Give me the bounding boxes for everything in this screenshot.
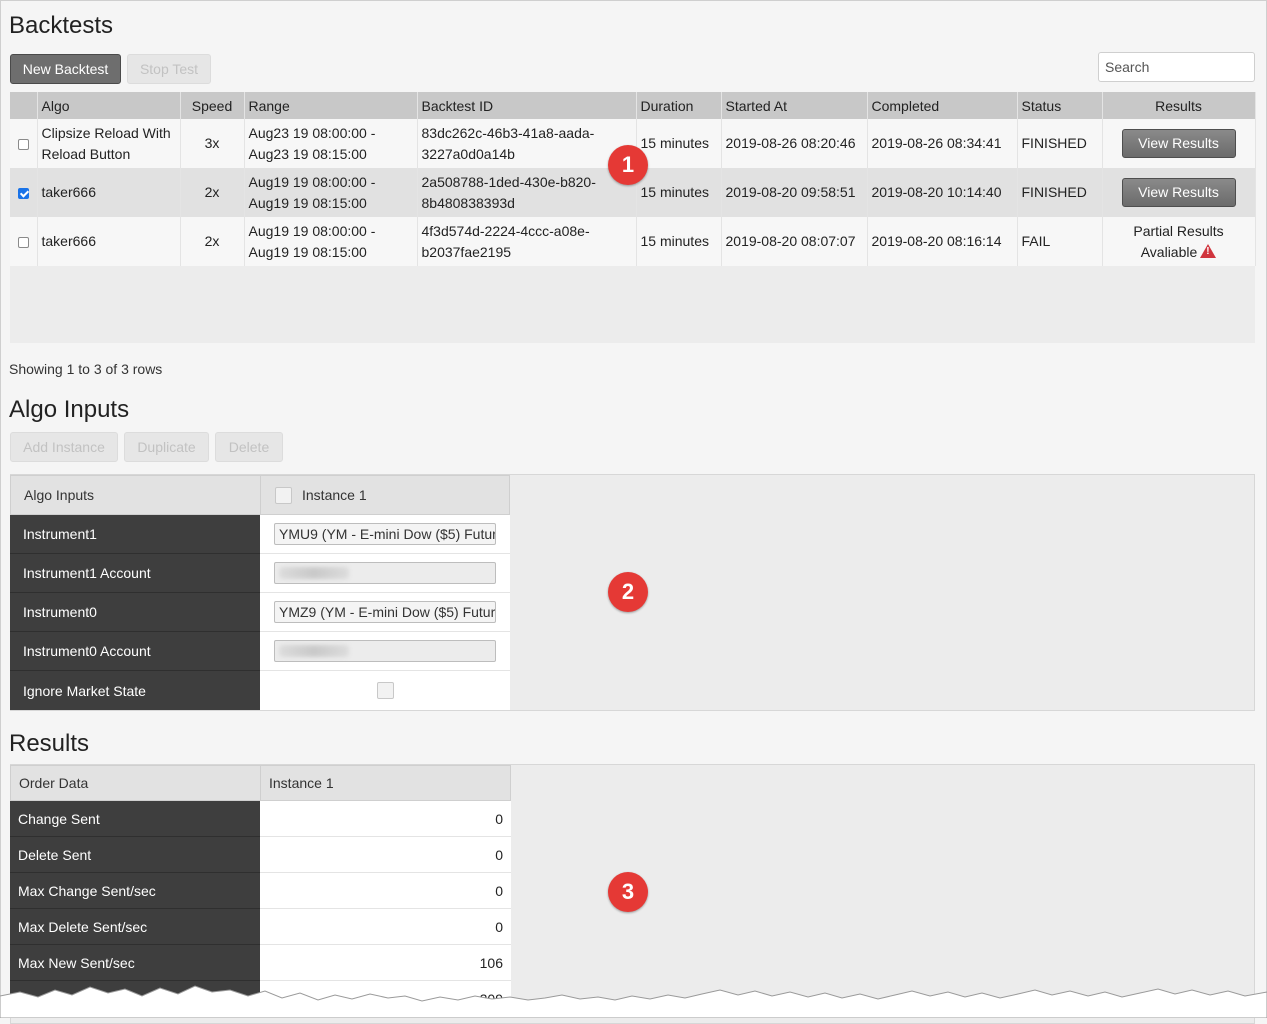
row-checkbox[interactable] <box>17 138 29 150</box>
speed-cell: 2x <box>180 168 245 217</box>
instrument1-cell: YMU9 (YM - E-mini Dow ($5) Futures) <box>260 515 510 554</box>
field-label-instrument0-account: Instrument0 Account <box>10 632 260 671</box>
algo-cell: taker666 <box>37 168 181 217</box>
ignore-market-state-checkbox[interactable] <box>376 682 394 699</box>
completed-cell: 2019-08-20 10:14:40 <box>867 168 1018 217</box>
status-cell: FAIL <box>1017 217 1103 266</box>
column-header-started-at[interactable]: Started At <box>721 92 868 119</box>
algo-inputs-title: Algo Inputs <box>9 396 130 423</box>
partial-results-link[interactable]: Partial Results Avaliable! <box>1102 217 1256 266</box>
instance-select-checkbox[interactable] <box>275 486 292 504</box>
field-label-instrument1-account: Instrument1 Account <box>10 554 260 593</box>
result-value-max-new-sent-sec: 106 <box>260 945 511 981</box>
column-header-backtest-id[interactable]: Backtest ID <box>417 92 637 119</box>
field-label-instrument0: Instrument0 <box>10 593 260 632</box>
speed-cell: 2x <box>180 217 245 266</box>
range-cell: Aug19 19 08:00:00 - Aug19 19 08:15:00 <box>244 217 418 266</box>
instance-header: Instance 1 <box>260 475 510 515</box>
result-value-max-delete-sent-sec: 0 <box>260 909 511 945</box>
instrument1-account-input[interactable] <box>274 562 496 584</box>
results-title: Results <box>9 730 90 757</box>
backtest-id-cell: 4f3d574d-2224-4ccc-a08e-b2037fae2195 <box>417 217 637 266</box>
results-header: Order Data <box>10 765 261 801</box>
table-row[interactable]: taker666 2x Aug19 19 08:00:00 - Aug19 19… <box>10 217 1256 266</box>
backtests-title: Backtests <box>9 12 114 39</box>
column-header-select <box>10 92 38 119</box>
duration-cell: 15 minutes <box>636 168 722 217</box>
ignore-market-state-cell <box>260 671 510 710</box>
callout-badge-3: 3 <box>608 872 648 912</box>
instrument0-cell: YMZ9 (YM - E-mini Dow ($5) Futures) <box>260 593 510 632</box>
instance-header-label: Instance 1 <box>302 487 367 503</box>
status-cell: FINISHED <box>1017 119 1103 168</box>
result-value-change-sent: 0 <box>260 801 511 837</box>
speed-cell: 3x <box>180 119 245 168</box>
results-instance-header: Instance 1 <box>260 765 511 801</box>
duration-cell: 15 minutes <box>636 119 722 168</box>
column-header-results: Results <box>1102 92 1256 119</box>
completed-cell: 2019-08-20 08:16:14 <box>867 217 1018 266</box>
algo-inputs-header: Algo Inputs <box>10 475 261 515</box>
instrument0-account-cell <box>260 632 510 671</box>
instrument1-input[interactable]: YMU9 (YM - E-mini Dow ($5) Futures) <box>274 523 496 545</box>
range-cell: Aug23 19 08:00:00 - Aug23 19 08:15:00 <box>244 119 418 168</box>
results-instance-label: Instance 1 <box>269 775 334 791</box>
table-header-row: Algo Speed Range Backtest ID Duration St… <box>10 92 1256 119</box>
completed-cell: 2019-08-26 08:34:41 <box>867 119 1018 168</box>
duplicate-button[interactable]: Duplicate <box>124 432 209 462</box>
status-cell: FINISHED <box>1017 168 1103 217</box>
algo-inputs-header-label: Algo Inputs <box>24 487 95 503</box>
column-header-completed[interactable]: Completed <box>867 92 1018 119</box>
row-checkbox[interactable] <box>17 236 29 248</box>
column-header-algo[interactable]: Algo <box>37 92 181 119</box>
backtests-table-container: Algo Speed Range Backtest ID Duration St… <box>10 92 1256 343</box>
result-label-change-sent: Change Sent <box>10 801 260 837</box>
callout-badge-1: 1 <box>608 145 648 185</box>
backtest-id-cell: 83dc262c-46b3-41a8-aada-3227a0d0a14b <box>417 119 637 168</box>
field-label-ignore-market-state: Ignore Market State <box>23 682 146 699</box>
instrument0-input[interactable]: YMZ9 (YM - E-mini Dow ($5) Futures) <box>274 601 496 623</box>
delete-button[interactable]: Delete <box>215 432 283 462</box>
result-label-max-new-sent-sec: Max New Sent/sec <box>10 945 260 981</box>
algo-cell: Clipsize Reload With Reload Button <box>37 119 181 168</box>
row-checkbox[interactable] <box>17 187 29 199</box>
started-at-cell: 2019-08-20 08:07:07 <box>721 217 868 266</box>
torn-edge-decoration <box>0 985 1267 1018</box>
instrument1-account-cell <box>260 554 510 593</box>
column-header-range[interactable]: Range <box>244 92 418 119</box>
backtest-id-cell: 2a508788-1ded-430e-b820-8b480838393d <box>417 168 637 217</box>
result-label-max-delete-sent-sec: Max Delete Sent/sec <box>10 909 260 945</box>
redacted-value <box>279 645 349 657</box>
result-value-delete-sent: 0 <box>260 837 511 873</box>
view-results-button[interactable]: View Results <box>1121 129 1236 158</box>
stop-test-button[interactable]: Stop Test <box>127 54 211 84</box>
started-at-cell: 2019-08-20 09:58:51 <box>721 168 868 217</box>
warning-triangle-icon: ! <box>1200 243 1217 258</box>
result-value-max-change-sent-sec: 0 <box>260 873 511 909</box>
view-results-button[interactable]: View Results <box>1121 178 1236 207</box>
column-header-speed[interactable]: Speed <box>180 92 245 119</box>
column-header-duration[interactable]: Duration <box>636 92 722 119</box>
column-header-status[interactable]: Status <box>1017 92 1103 119</box>
new-backtest-button[interactable]: New Backtest <box>10 54 121 84</box>
started-at-cell: 2019-08-26 08:20:46 <box>721 119 868 168</box>
order-data-header-label: Order Data <box>19 775 89 791</box>
algo-cell: taker666 <box>37 217 181 266</box>
callout-badge-2: 2 <box>608 572 648 612</box>
result-label-delete-sent: Delete Sent <box>10 837 260 873</box>
field-label-instrument1: Instrument1 <box>10 515 260 554</box>
add-instance-button[interactable]: Add Instance <box>10 432 118 462</box>
instrument0-account-input[interactable] <box>274 640 496 662</box>
redacted-value <box>279 567 349 579</box>
range-cell: Aug19 19 08:00:00 - Aug19 19 08:15:00 <box>244 168 418 217</box>
duration-cell: 15 minutes <box>636 217 722 266</box>
search-input[interactable] <box>1098 52 1255 82</box>
pagination-info: Showing 1 to 3 of 3 rows <box>9 361 163 377</box>
result-label-max-change-sent-sec: Max Change Sent/sec <box>10 873 260 909</box>
